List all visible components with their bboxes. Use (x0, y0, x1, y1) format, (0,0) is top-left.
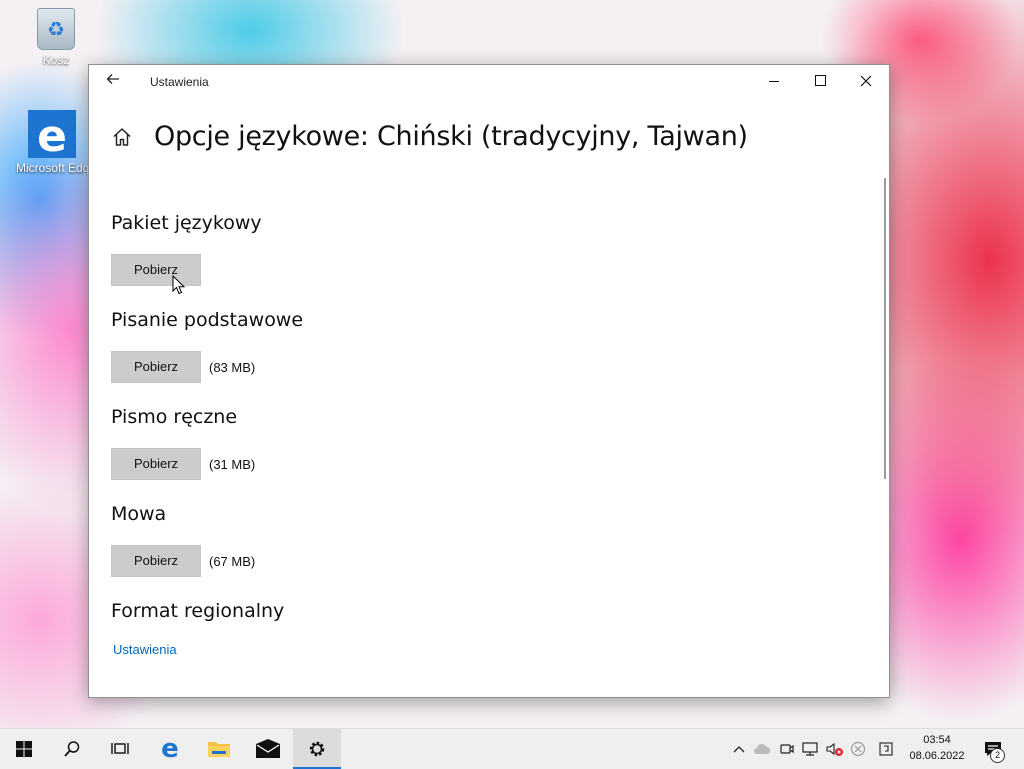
home-icon[interactable] (111, 126, 133, 148)
download-size: (83 MB) (209, 359, 256, 375)
tray-network[interactable] (800, 729, 820, 769)
blocked-icon (850, 741, 866, 757)
taskbar-mail[interactable] (244, 729, 292, 769)
mail-icon (256, 739, 280, 758)
section-regional-format: Format regionalny Ustawienia (111, 600, 285, 657)
tray-volume[interactable] (824, 729, 846, 769)
title-bar[interactable]: Ustawienia (89, 65, 889, 99)
camera-icon (780, 744, 794, 754)
download-speech-button[interactable]: Pobierz (111, 545, 201, 577)
window-title: Ustawienia (150, 75, 209, 89)
minimize-icon (769, 81, 779, 83)
recycle-bin-icon (37, 8, 75, 50)
download-handwriting-button[interactable]: Pobierz (111, 448, 201, 480)
taskbar-edge[interactable]: e (146, 729, 194, 769)
volume-muted-icon (826, 742, 843, 756)
close-icon (860, 75, 872, 87)
section-title: Pisanie podstawowe (111, 309, 304, 331)
search-button[interactable] (48, 729, 96, 769)
tray-cloud[interactable] (752, 729, 772, 769)
close-button[interactable] (843, 65, 889, 97)
clock-date: 08.06.2022 (909, 750, 965, 762)
taskbar: e 03:54 08.06.2022 2 (0, 728, 1024, 769)
section-title: Mowa (111, 503, 167, 525)
back-button[interactable] (101, 70, 125, 94)
tray-meet-now[interactable] (778, 729, 796, 769)
settings-window: Ustawienia Opcje językowe: Chiński (trad… (88, 64, 890, 698)
download-size: (31 MB) (209, 456, 256, 472)
page-title: Opcje językowe: Chiński (tradycyjny, Taj… (154, 121, 748, 152)
maximize-button[interactable] (797, 65, 843, 97)
desktop-icon-label: Kosz (42, 53, 70, 67)
windows-icon (16, 741, 32, 757)
show-hidden-icons-button[interactable] (729, 729, 749, 769)
start-button[interactable] (0, 729, 48, 769)
input-indicator-icon (879, 742, 893, 756)
minimize-button[interactable] (751, 65, 797, 97)
desktop-icon-edge[interactable]: e Microsoft Edge (14, 110, 90, 175)
edge-icon: e (28, 110, 76, 162)
mouse-cursor-icon (172, 275, 186, 295)
regional-settings-link[interactable]: Ustawienia (113, 642, 177, 657)
section-title: Pakiet językowy (111, 212, 262, 234)
notification-count-badge: 2 (990, 748, 1005, 763)
edge-icon: e (161, 734, 179, 764)
section-basic-typing: Pisanie podstawowe Pobierz (83 MB) (111, 309, 304, 383)
desktop-icon-label: Microsoft Edge (16, 161, 90, 175)
tray-input-indicator[interactable] (876, 729, 896, 769)
arrow-left-icon (106, 74, 119, 84)
download-size: (67 MB) (209, 553, 256, 569)
section-handwriting: Pismo ręczne Pobierz (31 MB) (111, 406, 255, 480)
gear-icon (309, 741, 325, 757)
task-view-button[interactable] (96, 729, 144, 769)
search-icon (64, 741, 80, 757)
section-title: Pismo ręczne (111, 406, 238, 428)
download-basic-typing-button[interactable]: Pobierz (111, 351, 201, 383)
download-language-pack-button[interactable]: Pobierz (111, 254, 201, 286)
network-icon (802, 742, 818, 756)
clock-time: 03:54 (923, 734, 951, 746)
cloud-icon (754, 743, 771, 754)
folder-icon (208, 742, 230, 757)
section-speech: Mowa Pobierz (67 MB) (111, 503, 255, 577)
taskbar-file-explorer[interactable] (195, 729, 243, 769)
taskbar-settings[interactable] (293, 729, 341, 769)
scrollbar[interactable] (884, 178, 886, 479)
task-view-icon (111, 743, 129, 754)
chevron-up-icon (733, 746, 745, 753)
tray-status[interactable] (848, 729, 868, 769)
taskbar-clock[interactable]: 03:54 08.06.2022 (902, 732, 972, 764)
section-language-pack: Pakiet językowy Pobierz (111, 212, 262, 286)
maximize-icon (814, 75, 826, 87)
section-title: Format regionalny (111, 600, 285, 622)
desktop-icon-recycle-bin[interactable]: Kosz (16, 8, 96, 67)
